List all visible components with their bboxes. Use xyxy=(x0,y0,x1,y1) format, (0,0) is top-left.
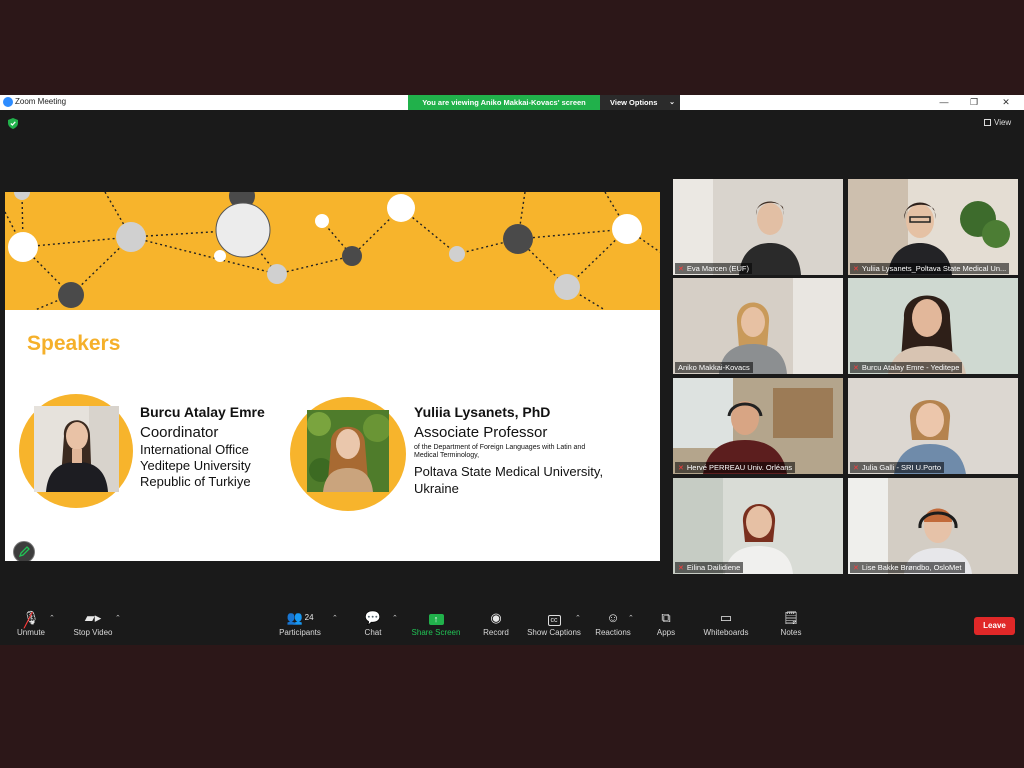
speaker1-name: Burcu Atalay Emre xyxy=(140,404,265,420)
annotate-pencil-button[interactable] xyxy=(13,541,35,561)
view-layout-button[interactable]: View xyxy=(984,118,1011,127)
record-button[interactable]: ◉ Record xyxy=(480,608,512,637)
video-options-caret[interactable]: ⌃ xyxy=(115,614,121,622)
show-captions-button[interactable]: cc Show Captions xyxy=(525,608,583,637)
participant-name-label: ✕ Hervé PERREAU Univ. Orléans xyxy=(675,462,796,473)
participant-tile[interactable]: ✕ Eva Marcen (EUF) xyxy=(673,179,843,275)
security-shield-icon[interactable] xyxy=(8,118,18,129)
speaker2-name: Yuliia Lysanets, PhD xyxy=(414,404,551,420)
whiteboard-icon: ▭ xyxy=(719,610,733,625)
participant-name-label: ✕ Julia Galli - SRI U.Porto xyxy=(850,462,945,473)
share-screen-icon: ↑ xyxy=(428,614,444,625)
participant-tile[interactable]: ✕ Eilina Dailidiene xyxy=(673,478,843,574)
apps-button[interactable]: ⧉ Apps xyxy=(652,608,680,637)
mic-muted-icon: ✕ xyxy=(678,266,684,273)
viewing-screen-banner: You are viewing Aniko Makkai-Kovacs' scr… xyxy=(408,95,600,110)
reactions-button[interactable]: ☺ Reactions xyxy=(594,608,632,637)
participants-button[interactable]: 👥 24 Participants xyxy=(276,608,324,637)
mic-muted-icon: 🎙 ╱ xyxy=(22,610,40,628)
leave-button[interactable]: Leave xyxy=(974,617,1015,635)
participant-tile[interactable]: ✕ Burcu Atalay Emre - Yeditepe xyxy=(848,278,1018,374)
shared-screen-slide[interactable]: Speakers Burcu Atalay Emre Coordinator I… xyxy=(5,192,660,561)
captions-options-caret[interactable]: ⌃ xyxy=(575,614,581,622)
participants-icon: 👥 xyxy=(286,610,303,625)
notes-button[interactable]: 🗒 Notes xyxy=(776,608,806,637)
mic-muted-icon: ✕ xyxy=(853,565,859,572)
meeting-toolbar: 🎙 ╱ Unmute ⌃ ▰▸ Stop Video ⌃ 👥 24 Particip… xyxy=(0,608,1024,645)
participant-tile[interactable]: ✕ Yuliia Lysanets_Poltava State Medical U… xyxy=(848,179,1018,275)
chevron-down-icon: ⌄ xyxy=(669,99,675,106)
speaker2-university: Poltava State Medical University, xyxy=(414,464,604,479)
close-button[interactable]: ✕ xyxy=(994,95,1018,110)
mic-muted-icon: ✕ xyxy=(678,465,684,472)
mic-muted-icon: ✕ xyxy=(678,565,684,572)
view-options-button[interactable]: View Options ⌄ xyxy=(600,95,680,110)
maximize-button[interactable]: ❐ xyxy=(962,95,986,110)
notes-icon: 🗒 xyxy=(782,610,800,625)
participant-name-label: ✕ Eilina Dailidiene xyxy=(675,562,744,573)
audio-options-caret[interactable]: ⌃ xyxy=(49,614,55,622)
speaker2-country: Ukraine xyxy=(414,481,459,496)
video-camera-icon: ▰▸ xyxy=(84,610,102,625)
speaker1-photo xyxy=(34,406,119,492)
smiley-icon: ☺ xyxy=(606,610,620,625)
participant-name-label: ✕ Lise Bakke Brøndbo, OsloMet xyxy=(850,562,965,573)
speaker2-department-line1: of the Department of Foreign Languages w… xyxy=(414,444,586,451)
stop-video-button[interactable]: ▰▸ Stop Video xyxy=(70,608,116,637)
participant-name-label: ✕ Burcu Atalay Emre - Yeditepe xyxy=(850,362,963,373)
pencil-icon xyxy=(18,546,30,558)
slide-banner xyxy=(5,192,660,311)
participant-tile[interactable]: ✕ Hervé PERREAU Univ. Orléans xyxy=(673,378,843,474)
record-icon: ◉ xyxy=(490,610,502,625)
participant-name-label: ✕ Eva Marcen (EUF) xyxy=(675,263,752,274)
chat-bubble-icon: 💬 xyxy=(364,610,382,625)
participant-tile[interactable]: ✕ Lise Bakke Brøndbo, OsloMet xyxy=(848,478,1018,574)
chat-button[interactable]: 💬 Chat xyxy=(358,608,388,637)
unmute-button[interactable]: 🎙 ╱ Unmute xyxy=(12,608,50,637)
participants-count: 24 xyxy=(304,613,314,622)
apps-icon: ⧉ xyxy=(661,610,671,625)
minimize-button[interactable]: — xyxy=(932,95,956,110)
speaker1-role: Coordinator xyxy=(140,424,219,441)
mic-muted-icon: ✕ xyxy=(853,465,859,472)
share-screen-button[interactable]: ↑ Share Screen xyxy=(410,608,462,637)
reactions-options-caret[interactable]: ⌃ xyxy=(628,614,634,622)
view-label: View xyxy=(994,118,1012,127)
zoom-app-icon xyxy=(3,97,13,107)
participants-options-caret[interactable]: ⌃ xyxy=(332,614,338,622)
speaker2-title: Associate Professor xyxy=(414,424,548,441)
speaker1-university: Yeditepe University xyxy=(140,458,251,473)
participant-tile-active-speaker[interactable]: Aniko Makkai-Kovacs xyxy=(673,278,843,374)
slide-heading: Speakers xyxy=(27,332,121,355)
whiteboards-button[interactable]: ▭ Whiteboards xyxy=(700,608,752,637)
mic-muted-icon: ✕ xyxy=(853,365,859,372)
participant-tile[interactable]: ✕ Julia Galli - SRI U.Porto xyxy=(848,378,1018,474)
mic-muted-icon: ✕ xyxy=(853,266,859,273)
speaker2-department-line2: Medical Terminology, xyxy=(414,452,480,459)
chat-options-caret[interactable]: ⌃ xyxy=(392,614,398,622)
window-title: Zoom Meeting xyxy=(15,97,67,106)
title-bar: Zoom Meeting You are viewing Aniko Makka… xyxy=(0,95,1024,110)
network-dots-graphic xyxy=(5,192,660,311)
view-options-label: View Options xyxy=(610,98,658,107)
speaker2-photo xyxy=(307,410,389,492)
participant-name-label: Aniko Makkai-Kovacs xyxy=(675,362,753,373)
speaker1-office: International Office xyxy=(140,442,249,457)
zoom-window: Zoom Meeting You are viewing Aniko Makka… xyxy=(0,95,1024,645)
grid-view-icon xyxy=(984,119,991,126)
speaker1-country: Republic of Turkiye xyxy=(140,474,251,489)
participant-name-label: ✕ Yuliia Lysanets_Poltava State Medical U… xyxy=(850,263,1010,274)
